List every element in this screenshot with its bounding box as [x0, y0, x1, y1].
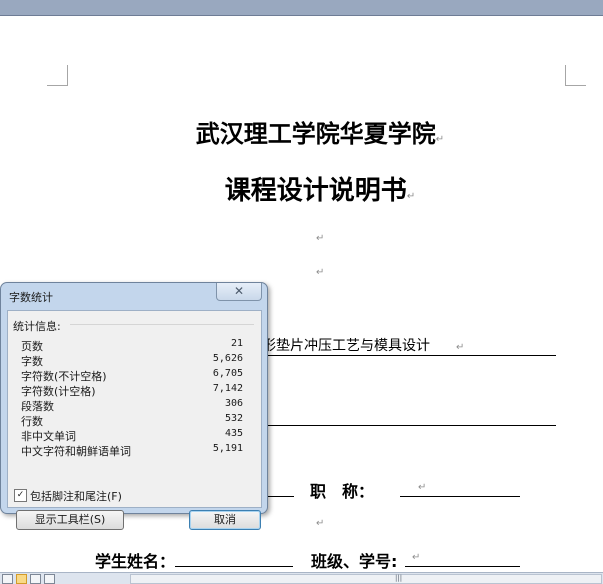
field-label-class-id: 班级、学号: — [311, 552, 398, 571]
stat-value: 306 — [224, 398, 243, 409]
stat-row-asian-chars: 中文字符和朝鲜语单词 5,191 — [21, 443, 243, 458]
paragraph-mark: ↵ — [316, 233, 325, 244]
document-title-report: 课程设计说明书↵ — [224, 176, 416, 206]
show-toolbar-button[interactable]: 显示工具栏(S) — [16, 510, 124, 530]
topic-text: 形垫片冲压工艺与模具设计 ↵ — [262, 338, 465, 354]
paragraph-mark: ↵ — [406, 191, 416, 202]
stat-label: 非中文单词 — [21, 430, 76, 443]
stat-value: 7,142 — [212, 383, 243, 394]
dialog-client-area: 统计信息: 页数 21 字数 5,626 字符数(不计空格) 6,705 字符数(计空… — [7, 310, 262, 530]
stat-value: 5,191 — [212, 443, 243, 454]
blank-underline — [262, 425, 556, 426]
cancel-button[interactable]: 取消 — [189, 510, 261, 530]
stat-row-paragraphs: 段落数 306 — [21, 398, 243, 413]
window-top-strip — [0, 0, 603, 16]
stat-row-pages: 页数 21 — [21, 338, 243, 353]
scrollbar-grip-icon[interactable]: ||| — [395, 575, 402, 582]
stat-label: 行数 — [21, 415, 43, 428]
stat-value: 435 — [224, 428, 243, 439]
stat-label: 字符数(不计空格) — [21, 370, 107, 383]
paragraph-mark: ↵ — [456, 342, 465, 353]
statistics-group-label: 统计信息: — [13, 320, 61, 333]
field-label-title: 职 称： — [310, 482, 375, 501]
group-divider — [70, 324, 254, 325]
stat-value: 6,705 — [212, 368, 243, 379]
stat-value: 21 — [230, 338, 243, 349]
paragraph-mark: ↵ — [418, 482, 427, 493]
field-label-student-name: 学生姓名： — [95, 552, 176, 571]
stat-row-chars-with-spaces: 字符数(计空格) 7,142 — [21, 383, 243, 398]
stat-label: 段落数 — [21, 400, 54, 413]
stat-row-words: 字数 5,626 — [21, 353, 243, 368]
stat-label: 页数 — [21, 340, 43, 353]
document-title-school: 武汉理工学院华夏学院↵ — [195, 120, 445, 148]
stat-label: 字符数(计空格) — [21, 385, 96, 398]
paragraph-mark: ↵ — [316, 267, 325, 278]
stat-row-non-asian-words: 非中文单词 435 — [21, 428, 243, 443]
stat-label: 字数 — [21, 355, 43, 368]
dialog-title: 字数统计 — [9, 291, 53, 304]
include-footnotes-checkbox[interactable]: ✓ — [14, 489, 27, 502]
class-id-underline — [405, 566, 520, 567]
stat-value: 5,626 — [212, 353, 243, 364]
stat-label: 中文字符和朝鲜语单词 — [21, 445, 131, 458]
paragraph-mark: ↵ — [316, 518, 325, 529]
title-field-underline — [400, 496, 520, 497]
stat-value: 532 — [224, 413, 243, 424]
topic-underline — [262, 355, 556, 356]
stat-row-chars-no-spaces: 字符数(不计空格) 6,705 — [21, 368, 243, 383]
paragraph-mark: ↵ — [412, 552, 421, 563]
close-icon[interactable]: ✕ — [216, 283, 262, 301]
stat-row-lines: 行数 532 — [21, 413, 243, 428]
page-corner-mark-right — [565, 65, 586, 86]
include-footnotes-label[interactable]: 包括脚注和尾注(F) — [30, 488, 122, 504]
status-bar: ||| — [0, 572, 603, 584]
paragraph-mark: ↵ — [435, 134, 445, 145]
page-corner-mark-left — [47, 65, 68, 86]
student-name-underline — [175, 566, 293, 567]
word-count-dialog: 字数统计 ✕ 统计信息: 页数 21 字数 5,626 字符数(不计空格) 6,705… — [0, 282, 268, 530]
